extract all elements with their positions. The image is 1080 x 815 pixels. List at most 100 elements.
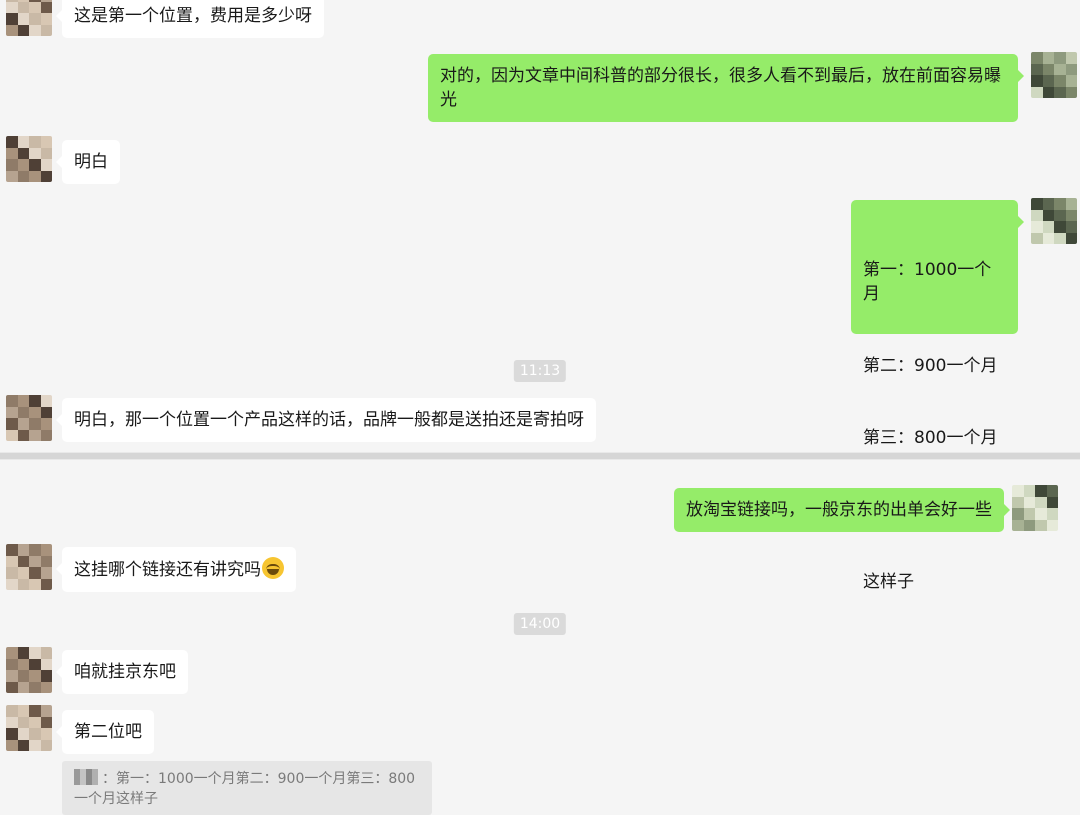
avatar-pixel (29, 578, 41, 590)
avatar-pixel (6, 728, 18, 740)
avatar-pixel (6, 705, 18, 717)
avatar-pixel (1031, 52, 1043, 64)
avatar-pixel (40, 136, 52, 148)
message-bubble[interactable]: 第一：1000一个月 第二：900一个月 第三：800一个月 这样子 (851, 200, 1024, 592)
avatar-pixel (1054, 232, 1066, 244)
avatar-pixel (40, 429, 52, 441)
avatar-self[interactable] (1031, 198, 1077, 244)
avatar-pixel (6, 24, 18, 36)
message-line: 这样子 (863, 572, 914, 592)
avatar[interactable] (6, 705, 52, 751)
avatar-pixel (40, 13, 52, 25)
avatar-pixel (17, 418, 29, 430)
message-bubble[interactable]: 这挂哪个链接还有讲究吗 (56, 547, 296, 592)
avatar-pixel (17, 647, 29, 659)
avatar-pixel (1054, 75, 1066, 87)
avatar-pixel (40, 578, 52, 590)
avatar-pixel (1065, 221, 1077, 233)
avatar-pixel (40, 739, 52, 751)
avatar-pixel (40, 1, 52, 13)
avatar-pixel (1054, 209, 1066, 221)
avatar-pixel (1042, 52, 1054, 64)
avatar-pixel (17, 406, 29, 418)
avatar-pixel (6, 681, 18, 693)
avatar-pixel (1054, 63, 1066, 75)
avatar-pixel (40, 647, 52, 659)
avatar-pixel (1031, 232, 1043, 244)
avatar-pixel (40, 544, 52, 556)
avatar-pixel (6, 170, 18, 182)
avatar-pixel (40, 24, 52, 36)
avatar-pixel (6, 418, 18, 430)
avatar-pixel (29, 1, 41, 13)
avatar[interactable] (6, 647, 52, 693)
avatar-pixel (6, 578, 18, 590)
message-bubble[interactable]: 放淘宝链接吗，一般京东的出单会好一些 (674, 488, 1010, 532)
avatar-pixel (29, 555, 41, 567)
avatar-pixel (17, 136, 29, 148)
avatar-self[interactable] (1031, 52, 1077, 98)
avatar-pixel (17, 739, 29, 751)
avatar-pixel (17, 1, 29, 13)
avatar[interactable] (6, 136, 52, 182)
avatar-pixel (6, 429, 18, 441)
quoted-text: ：第一：1000一个月第二：900一个月第三：800一个月这样子 (74, 771, 416, 807)
avatar[interactable] (6, 544, 52, 590)
avatar[interactable] (6, 395, 52, 441)
message-text: 这挂哪个链接还有讲究吗 (74, 560, 261, 580)
avatar-pixel (29, 739, 41, 751)
message-bubble[interactable]: 这是第一个位置，费用是多少呀 (56, 0, 324, 38)
message-line: 第二：900一个月 (863, 356, 998, 376)
avatar-pixel (6, 647, 18, 659)
message-bubble[interactable]: 第二位吧 (56, 710, 154, 754)
avatar[interactable] (6, 0, 52, 36)
avatar-pixel (6, 159, 18, 171)
avatar-pixel (17, 13, 29, 25)
avatar-pixel (1054, 221, 1066, 233)
avatar-pixel (1012, 496, 1024, 508)
avatar-pixel (6, 670, 18, 682)
laughing-tears-emoji-icon (262, 557, 284, 579)
avatar-pixel (17, 670, 29, 682)
avatar-pixel (1031, 209, 1043, 221)
message-line: 第三：800一个月 (863, 428, 998, 448)
quoted-message[interactable]: ：第一：1000一个月第二：900一个月第三：800一个月这样子 (62, 761, 432, 815)
avatar-pixel (29, 567, 41, 579)
avatar-pixel (1046, 485, 1058, 497)
avatar-pixel (29, 395, 41, 407)
message-bubble[interactable]: 明白，那一个位置一个产品这样的话，品牌一般都是送拍还是寄拍呀 (56, 398, 596, 442)
avatar-pixel (1012, 508, 1024, 520)
avatar-pixel (1042, 221, 1054, 233)
avatar-pixel (6, 567, 18, 579)
message-bubble[interactable]: 咱就挂京东吧 (56, 650, 188, 694)
avatar-pixel (29, 647, 41, 659)
avatar-pixel (29, 418, 41, 430)
avatar-pixel (1042, 63, 1054, 75)
message-bubble[interactable]: 明白 (56, 140, 120, 184)
avatar-pixel (6, 544, 18, 556)
avatar-pixel (1042, 86, 1054, 98)
avatar-pixel (1012, 519, 1024, 531)
avatar-pixel (1035, 485, 1047, 497)
message-bubble[interactable]: 对的，因为文章中间科普的部分很长，很多人看不到最后，放在前面容易曝光 (428, 54, 1024, 122)
avatar-pixel (1042, 75, 1054, 87)
avatar-pixel (1012, 485, 1024, 497)
avatar-pixel (17, 705, 29, 717)
avatar-pixel (1023, 496, 1035, 508)
avatar-pixel (1065, 52, 1077, 64)
avatar-pixel (17, 555, 29, 567)
avatar-pixel (1046, 508, 1058, 520)
avatar-pixel (29, 429, 41, 441)
avatar-pixel (17, 658, 29, 670)
avatar-pixel (1031, 86, 1043, 98)
avatar-pixel (40, 406, 52, 418)
avatar-self[interactable] (1012, 485, 1058, 531)
avatar-pixel (1042, 198, 1054, 210)
avatar-pixel (29, 544, 41, 556)
avatar-pixel (6, 136, 18, 148)
avatar-pixel (29, 716, 41, 728)
avatar-pixel (1031, 63, 1043, 75)
avatar-pixel (40, 728, 52, 740)
avatar-pixel (6, 716, 18, 728)
avatar-pixel (40, 705, 52, 717)
